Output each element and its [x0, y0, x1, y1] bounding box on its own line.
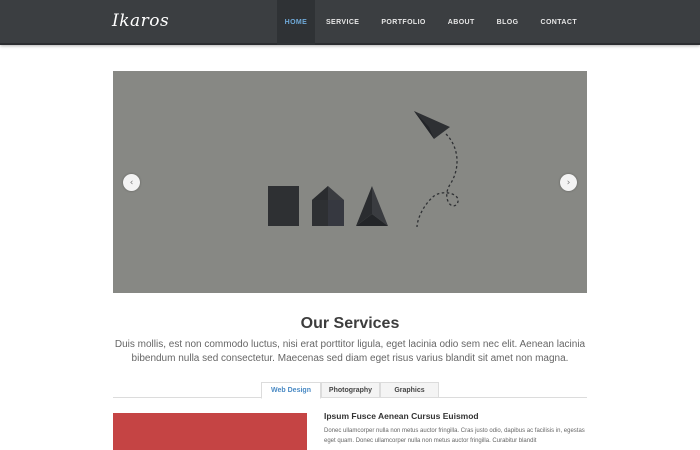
tab-web-design[interactable]: Web Design [261, 382, 321, 399]
services-tabs: Web Design Photography Graphics [261, 382, 439, 399]
top-navbar: Ikaros HOME SERVICE PORTFOLIO ABOUT BLOG… [0, 0, 700, 45]
square-shape-icon [268, 186, 299, 226]
nav-service[interactable]: SERVICE [315, 0, 370, 45]
main-nav: HOME SERVICE PORTFOLIO ABOUT BLOG CONTAC… [276, 0, 589, 45]
hero-slider: ‹ › [113, 71, 587, 293]
house-shape-icon [312, 186, 344, 226]
services-description: Duis mollis, est non commodo luctus, nis… [114, 339, 586, 364]
tab-graphics[interactable]: Graphics [380, 382, 439, 398]
nav-about[interactable]: ABOUT [437, 0, 486, 45]
nav-blog[interactable]: BLOG [486, 0, 530, 45]
site-logo[interactable]: Ikaros [112, 11, 169, 31]
service-text: Donec ullamcorper nulla non metus auctor… [324, 428, 585, 444]
nav-portfolio[interactable]: PORTFOLIO [370, 0, 436, 45]
nav-home[interactable]: HOME [276, 0, 315, 45]
paper-plane-icon [414, 111, 459, 228]
slider-next-icon[interactable]: › [560, 174, 577, 191]
pyramid-shape-icon [356, 186, 388, 226]
slide-illustration [268, 111, 459, 228]
tab-photography[interactable]: Photography [321, 382, 380, 398]
service-heading: Ipsum Fusce Aenean Cursus Euismod [324, 411, 479, 421]
slider-prev-icon[interactable]: ‹ [123, 174, 140, 191]
services-title: Our Services [300, 315, 400, 332]
nav-contact[interactable]: CONTACT [530, 0, 589, 45]
service-image [113, 413, 307, 450]
